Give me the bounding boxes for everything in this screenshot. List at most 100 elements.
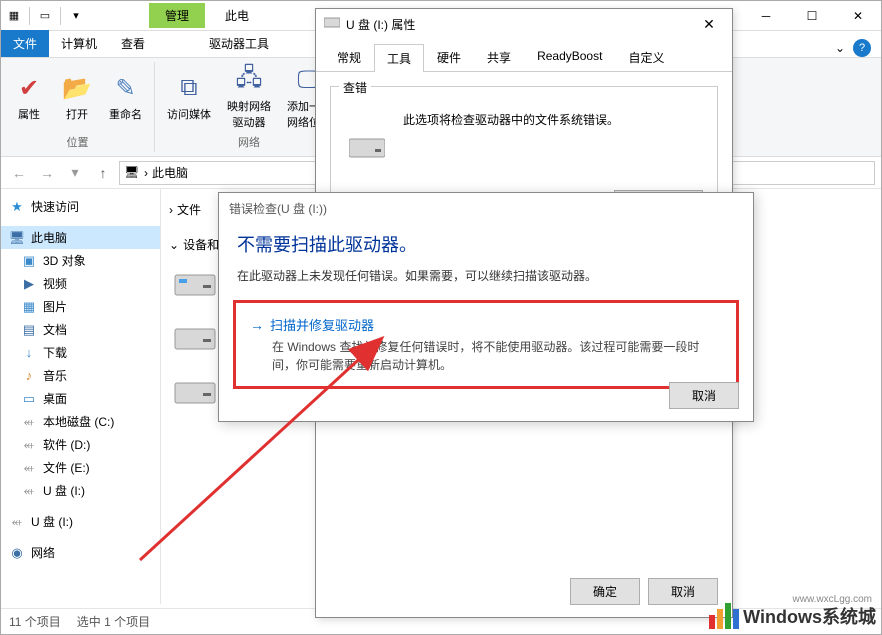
- drive-icon: [324, 16, 340, 32]
- sidebar-disk-e[interactable]: ⬴文件 (E:): [1, 456, 160, 479]
- disk-icon: ⬴: [21, 460, 37, 476]
- window-title: 此电: [225, 7, 249, 24]
- contextual-tab-label: 管理: [149, 3, 205, 28]
- sidebar-usb-i[interactable]: ⬴U 盘 (I:): [1, 479, 160, 502]
- properties-button[interactable]: ✔ 属性: [7, 62, 51, 132]
- document-icon: ▤: [21, 322, 37, 338]
- close-button[interactable]: ✕: [835, 1, 881, 31]
- drive-icon: [173, 321, 217, 353]
- qat-dropdown-icon[interactable]: ▾: [67, 7, 85, 25]
- error-check-heading: 不需要扫描此驱动器。: [219, 223, 753, 263]
- chevron-right-icon: ›: [169, 203, 173, 217]
- music-icon: ♪: [21, 368, 37, 384]
- rename-icon: ✎: [110, 72, 142, 104]
- sidebar-network[interactable]: ◉网络: [1, 541, 160, 564]
- navigation-tree: ★ 快速访问 🖥 此电脑 ▣3D 对象 ▶视频 ▦图片 ▤文档 ↓下载 ♪音乐 …: [1, 189, 161, 604]
- cube-icon: ▣: [21, 253, 37, 269]
- error-check-buttons: 取消: [669, 382, 739, 409]
- tab-drive-tools[interactable]: 驱动器工具: [197, 30, 281, 57]
- sidebar-quick-access[interactable]: ★ 快速访问: [1, 195, 160, 218]
- map-drive-icon: 🖧: [233, 64, 265, 96]
- sidebar-3d-objects[interactable]: ▣3D 对象: [1, 249, 160, 272]
- group-label-location: 位置: [67, 132, 89, 152]
- sidebar-desktop[interactable]: ▭桌面: [1, 387, 160, 410]
- tab-customize[interactable]: 自定义: [615, 43, 677, 71]
- breadcrumb-location[interactable]: 此电脑: [152, 164, 188, 181]
- sidebar-music[interactable]: ♪音乐: [1, 364, 160, 387]
- video-icon: ▶: [21, 276, 37, 292]
- maximize-button[interactable]: ☐: [789, 1, 835, 31]
- tab-sharing[interactable]: 共享: [474, 43, 524, 71]
- sidebar-pictures[interactable]: ▦图片: [1, 295, 160, 318]
- sidebar-this-pc[interactable]: 🖥 此电脑: [1, 226, 160, 249]
- properties-titlebar: U 盘 (I:) 属性 ✕: [316, 9, 732, 39]
- device-item[interactable]: [171, 265, 219, 301]
- scan-repair-option[interactable]: → 扫描并修复驱动器 在 Windows 查找并修复任何错误时，将不能使用驱动器…: [233, 300, 739, 389]
- disk-icon: ⬴: [21, 437, 37, 453]
- sidebar-videos[interactable]: ▶视频: [1, 272, 160, 295]
- error-check-text: 在此驱动器上未发现任何错误。如果需要，可以继续扫描该驱动器。: [219, 263, 753, 296]
- group-label-network: 网络: [238, 132, 260, 152]
- properties-tabs: 常规 工具 硬件 共享 ReadyBoost 自定义: [316, 39, 732, 72]
- sidebar-disk-d[interactable]: ⬴软件 (D:): [1, 433, 160, 456]
- error-cancel-button[interactable]: 取消: [669, 382, 739, 409]
- error-check-title: 错误检查(U 盘 (I:)): [229, 200, 327, 217]
- selected-count: 选中 1 个项目: [77, 613, 150, 630]
- app-icon: ▦: [5, 7, 23, 25]
- properties-button-row: 确定 取消: [570, 578, 718, 605]
- help-icon[interactable]: ?: [853, 39, 871, 57]
- nav-forward-icon[interactable]: →: [35, 161, 59, 185]
- sidebar-downloads[interactable]: ↓下载: [1, 341, 160, 364]
- item-count: 11 个项目: [9, 613, 61, 630]
- sidebar-usb-i-2[interactable]: ⬴U 盘 (I:): [1, 510, 160, 533]
- picture-icon: ▦: [21, 299, 37, 315]
- rename-button[interactable]: ✎ 重命名: [103, 62, 148, 132]
- network-icon: ◉: [9, 545, 25, 561]
- nav-recent-icon[interactable]: ▾: [63, 161, 87, 185]
- ok-button[interactable]: 确定: [570, 578, 640, 605]
- qat-properties-icon[interactable]: ▭: [36, 7, 54, 25]
- error-check-dialog: 错误检查(U 盘 (I:)) 不需要扫描此驱动器。 在此驱动器上未发现任何错误。…: [218, 192, 754, 422]
- properties-title: U 盘 (I:) 属性: [346, 16, 415, 33]
- pc-icon: 🖥: [124, 165, 140, 181]
- properties-icon: ✔: [13, 72, 45, 104]
- usb-icon: ⬴: [9, 514, 25, 530]
- error-check-titlebar: 错误检查(U 盘 (I:)): [219, 193, 753, 223]
- minimize-button[interactable]: ─: [743, 1, 789, 31]
- device-item[interactable]: [171, 373, 219, 409]
- watermark: Windows系统城: [709, 603, 876, 629]
- drive-icon: [173, 375, 217, 407]
- download-icon: ↓: [21, 345, 37, 361]
- ribbon-group-location: ✔ 属性 📂 打开 ✎ 重命名 位置: [1, 62, 155, 152]
- monitor-icon: 🖥: [9, 230, 25, 246]
- tab-readyboost[interactable]: ReadyBoost: [524, 43, 615, 71]
- tab-file[interactable]: 文件: [1, 30, 49, 57]
- ribbon-expand-icon[interactable]: ⌄: [835, 41, 845, 55]
- quick-access-toolbar: ▦ ▭ ▾: [1, 7, 89, 25]
- nav-back-icon[interactable]: ←: [7, 161, 31, 185]
- drive-icon: [349, 135, 385, 163]
- tab-computer[interactable]: 计算机: [49, 30, 109, 57]
- tab-view[interactable]: 查看: [109, 30, 157, 57]
- map-drive-button[interactable]: 🖧 映射网络 驱动器: [221, 62, 277, 132]
- cancel-button[interactable]: 取消: [648, 578, 718, 605]
- device-item[interactable]: [171, 319, 219, 355]
- watermark-logo-icon: [709, 603, 739, 629]
- sidebar-disk-c[interactable]: ⬴本地磁盘 (C:): [1, 410, 160, 433]
- fieldset-label: 查错: [339, 79, 371, 96]
- chevron-down-icon: ⌄: [169, 238, 179, 252]
- arrow-right-icon: →: [250, 317, 264, 333]
- properties-close-button[interactable]: ✕: [694, 16, 724, 33]
- sidebar-documents[interactable]: ▤文档: [1, 318, 160, 341]
- desktop-icon: ▭: [21, 391, 37, 407]
- tab-tools[interactable]: 工具: [374, 44, 424, 72]
- scan-repair-title: → 扫描并修复驱动器: [250, 315, 722, 334]
- open-button[interactable]: 📂 打开: [55, 62, 99, 132]
- drive-icon: [173, 267, 217, 299]
- tab-hardware[interactable]: 硬件: [424, 43, 474, 71]
- tab-general[interactable]: 常规: [324, 43, 374, 71]
- window-controls: ─ ☐ ✕: [743, 1, 881, 31]
- nav-up-icon[interactable]: ↑: [91, 161, 115, 185]
- usb-icon: ⬴: [21, 483, 37, 499]
- access-media-button[interactable]: ⧉ 访问媒体: [161, 62, 217, 132]
